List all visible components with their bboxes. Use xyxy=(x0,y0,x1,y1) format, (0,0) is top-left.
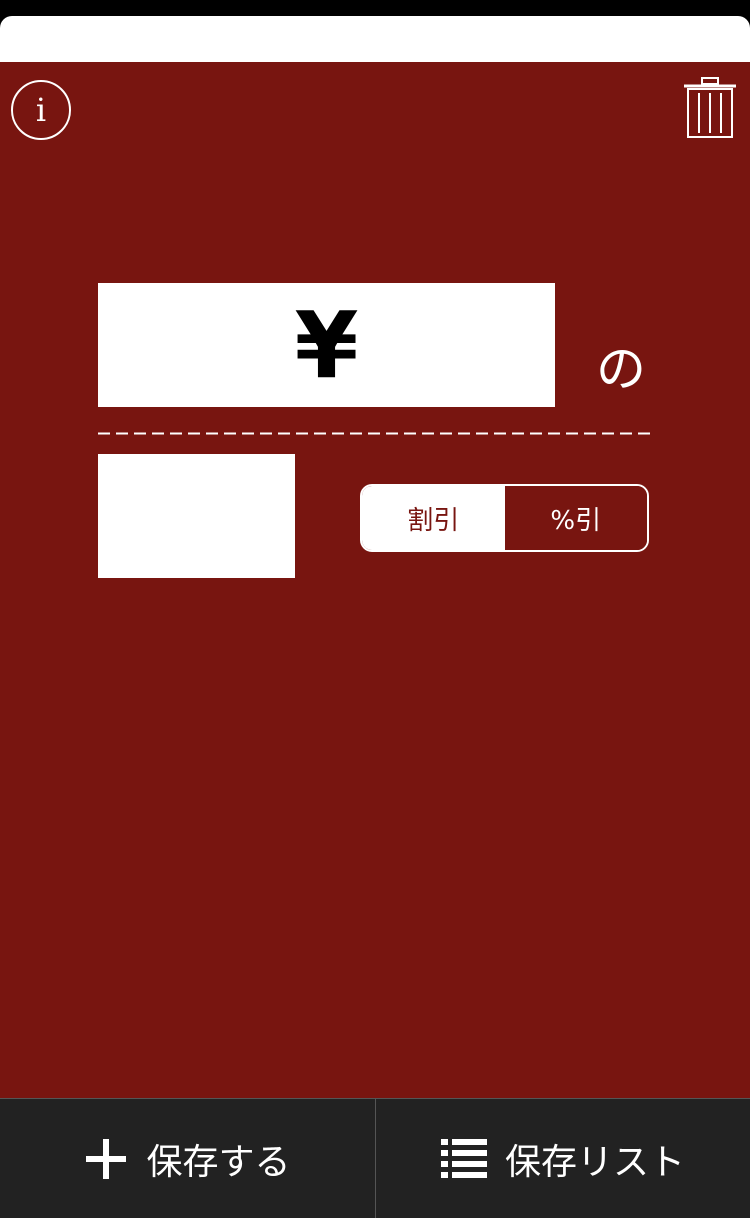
mode-option-percent-off[interactable]: %引 xyxy=(504,486,647,550)
dashed-divider xyxy=(98,432,652,435)
discount-mode-toggle[interactable]: 割引 %引 xyxy=(360,484,649,552)
mode-option-yen-off[interactable]: 割引 xyxy=(362,486,505,550)
price-input[interactable]: ¥ xyxy=(98,283,555,407)
info-circle-icon: i xyxy=(35,91,47,129)
trash-button[interactable] xyxy=(682,76,738,140)
list-icon xyxy=(440,1137,487,1181)
currency-symbol: ¥ xyxy=(294,291,359,399)
discount-input[interactable] xyxy=(98,454,295,578)
saved-list-label: 保存リスト xyxy=(504,1141,685,1183)
status-bar xyxy=(0,0,750,16)
of-label: の xyxy=(596,340,646,398)
top-bar xyxy=(0,16,750,62)
calculator-panel xyxy=(0,62,750,1098)
saved-list-button[interactable]: 保存リスト xyxy=(375,1098,750,1218)
bottom-bar: 保存する 保存リスト xyxy=(0,1098,750,1218)
info-button[interactable]: i xyxy=(11,80,71,140)
plus-icon xyxy=(84,1137,128,1181)
trash-icon xyxy=(684,77,736,138)
save-button[interactable]: 保存する xyxy=(0,1098,375,1218)
save-label: 保存する xyxy=(146,1141,291,1183)
